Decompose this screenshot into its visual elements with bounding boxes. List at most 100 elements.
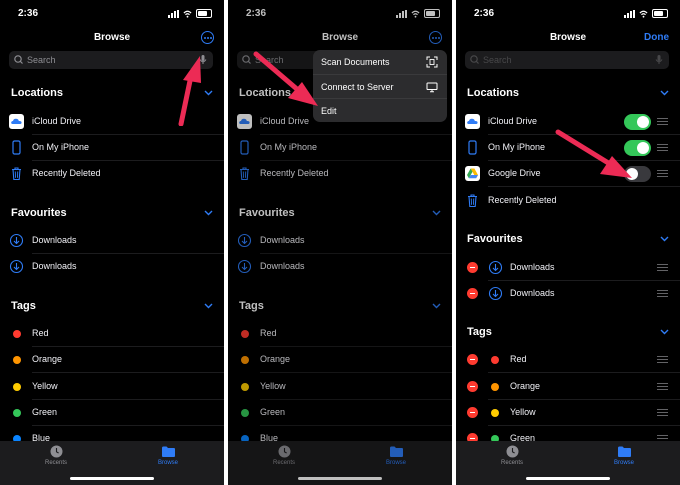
tag-green[interactable]: Green	[0, 400, 224, 426]
tag-color-dot	[491, 383, 499, 391]
reorder-handle-icon[interactable]	[657, 118, 668, 125]
tag-red: Red	[456, 347, 680, 373]
remove-icon[interactable]	[467, 381, 478, 392]
row-divider	[32, 372, 224, 373]
tag-color-dot	[13, 330, 21, 338]
tag-orange[interactable]: Orange	[0, 347, 224, 373]
location-recently-deleted: Recently Deleted	[456, 188, 680, 214]
tag-color-dot	[13, 383, 21, 391]
tab-recents[interactable]: Recents	[26, 445, 86, 466]
section-favourites[interactable]: Favourites	[11, 207, 213, 223]
iphone-icon	[12, 140, 21, 155]
section-favourites[interactable]: Favourites	[467, 233, 669, 249]
favourite-downloads: Downloads	[456, 255, 680, 281]
red-arrow-annotation	[253, 51, 318, 106]
menu-item-scan-documents[interactable]: Scan Documents	[313, 50, 447, 74]
remove-icon[interactable]	[467, 262, 478, 273]
red-arrow-annotation	[555, 129, 632, 178]
location-label: On My iPhone	[32, 142, 90, 152]
tag-red[interactable]: Red	[0, 321, 224, 347]
reorder-handle-icon[interactable]	[657, 170, 668, 177]
section-locations[interactable]: Locations	[467, 87, 669, 103]
favourite-downloads[interactable]: Downloads	[0, 228, 224, 254]
location-on-my-iphone[interactable]: On My iPhone	[0, 135, 224, 161]
icloud-icon	[9, 114, 24, 129]
tag-color-dot	[13, 409, 21, 417]
tag-label: Red	[510, 354, 527, 364]
tab-recents[interactable]: Recents	[482, 445, 542, 466]
status-time: 2:36	[474, 8, 495, 19]
tag-label: Orange	[510, 381, 541, 391]
section-tags[interactable]: Tags	[467, 326, 669, 342]
wifi-icon	[639, 10, 648, 18]
battery-icon	[196, 9, 212, 18]
more-options-menu: Scan Documents Connect to Server Edit	[313, 50, 447, 122]
location-label: iCloud Drive	[488, 116, 538, 126]
remove-icon[interactable]	[467, 354, 478, 365]
reorder-handle-icon[interactable]	[657, 290, 668, 297]
tab-label: Browse	[157, 460, 178, 466]
reorder-handle-icon[interactable]	[657, 264, 668, 271]
favourite-downloads[interactable]: Downloads	[0, 254, 224, 280]
tab-browse[interactable]: Browse	[138, 445, 198, 466]
status-time: 2:36	[18, 8, 39, 19]
tab-browse[interactable]: Browse	[594, 445, 654, 466]
google-drive-icon	[465, 166, 480, 181]
chevron-down-icon	[660, 236, 669, 242]
chevron-down-icon	[204, 210, 213, 216]
location-label: Recently Deleted	[32, 168, 101, 178]
more-options-icon[interactable]	[201, 31, 214, 44]
tag-yellow: Yellow	[456, 400, 680, 426]
section-title-favourites: Favourites	[11, 207, 67, 219]
search-placeholder: Search	[483, 55, 512, 65]
remove-icon[interactable]	[467, 288, 478, 299]
status-bar: 2:36	[456, 0, 680, 28]
toggle-knob	[637, 116, 649, 128]
tag-label: Green	[32, 407, 58, 417]
scan-icon	[426, 56, 438, 68]
menu-item-label: Connect to Server	[321, 82, 394, 92]
section-tags[interactable]: Tags	[11, 300, 213, 316]
clock-icon	[506, 445, 518, 458]
trash-icon	[468, 194, 477, 208]
remove-icon[interactable]	[467, 407, 478, 418]
microphone-icon[interactable]	[654, 51, 664, 69]
row-divider	[488, 186, 680, 187]
download-icon	[9, 259, 24, 274]
home-indicator	[526, 477, 610, 480]
trash-icon	[12, 167, 21, 181]
favourite-downloads: Downloads	[456, 281, 680, 307]
iphone-icon	[468, 140, 477, 155]
tab-label: Recents	[44, 460, 67, 466]
tab-bar: Recents Browse	[0, 441, 224, 485]
chevron-down-icon	[204, 303, 213, 309]
menu-item-label: Edit	[321, 106, 337, 116]
download-icon	[488, 286, 503, 301]
status-bar: 2:36	[0, 0, 224, 28]
search-field[interactable]: Search	[465, 51, 669, 69]
tag-label: Yellow	[510, 407, 536, 417]
reorder-handle-icon[interactable]	[657, 356, 668, 363]
menu-item-edit[interactable]: Edit	[313, 98, 447, 122]
menu-item-connect-to-server[interactable]: Connect to Server	[313, 74, 447, 99]
reorder-handle-icon[interactable]	[657, 409, 668, 416]
favourite-label: Downloads	[510, 288, 555, 298]
signal-icon	[624, 9, 635, 18]
reorder-handle-icon[interactable]	[657, 383, 668, 390]
location-label: iCloud Drive	[32, 116, 82, 126]
favourite-label: Downloads	[32, 235, 77, 245]
done-button[interactable]: Done	[644, 32, 669, 43]
location-recently-deleted[interactable]: Recently Deleted	[0, 161, 224, 187]
menu-item-label: Scan Documents	[321, 57, 390, 67]
search-icon	[470, 55, 479, 64]
location-label: On My iPhone	[488, 142, 546, 152]
red-arrow-annotation	[178, 56, 201, 126]
tag-yellow[interactable]: Yellow	[0, 374, 224, 400]
location-label: Google Drive	[488, 168, 541, 178]
chevron-down-icon	[660, 90, 669, 96]
tab-label: Recents	[500, 460, 523, 466]
reorder-handle-icon[interactable]	[657, 144, 668, 151]
favourite-label: Downloads	[510, 262, 555, 272]
tab-label: Browse	[613, 460, 634, 466]
tag-label: Orange	[32, 354, 63, 364]
